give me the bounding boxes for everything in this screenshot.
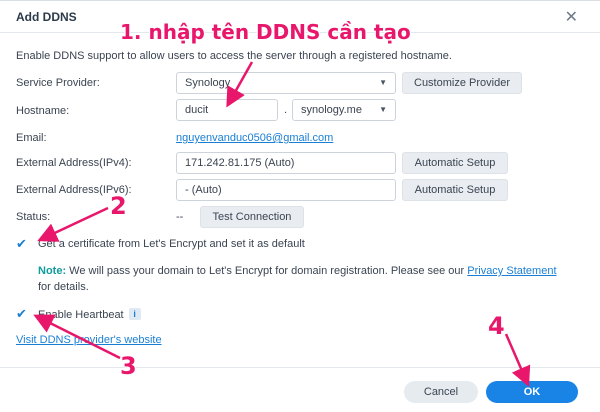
annotation-4: 4 (488, 312, 505, 340)
annotation-1: 1. nhập tên DDNS cần tạo (120, 20, 411, 44)
chevron-down-icon: ▼ (379, 78, 387, 87)
service-provider-label: Service Provider: (16, 77, 100, 89)
close-icon[interactable]: ✕ (565, 7, 578, 27)
annotation-3: 3 (120, 352, 137, 380)
ipv4-label: External Address(IPv4): (16, 157, 132, 169)
certificate-label[interactable]: Get a certificate from Let's Encrypt and… (38, 238, 305, 250)
ddns-provider-website-link[interactable]: Visit DDNS provider's website (16, 334, 162, 346)
test-connection-button[interactable]: Test Connection (200, 206, 304, 228)
add-ddns-dialog: Add DDNS ✕ Enable DDNS support to allow … (0, 0, 600, 412)
info-icon[interactable]: i (128, 308, 141, 320)
ipv6-automatic-setup-button[interactable]: Automatic Setup (402, 179, 508, 201)
heartbeat-checkbox[interactable]: ✔ (16, 307, 30, 321)
service-provider-select[interactable]: Synology ▼ (176, 72, 396, 94)
certificate-checkbox[interactable]: ✔ (16, 237, 30, 251)
ipv4-automatic-setup-button[interactable]: Automatic Setup (402, 152, 508, 174)
chevron-down-icon: ▼ (379, 105, 387, 114)
ok-button[interactable]: OK (486, 381, 578, 403)
certificate-note: Note: We will pass your domain to Let's … (38, 263, 558, 295)
cancel-button[interactable]: Cancel (404, 381, 478, 403)
note-suffix: for details. (38, 281, 89, 293)
heartbeat-label[interactable]: Enable Heartbeat (38, 309, 124, 321)
status-label: Status: (16, 211, 51, 223)
checkmark-icon: ✔ (16, 306, 27, 321)
dialog-title: Add DDNS (16, 10, 77, 24)
domain-select[interactable]: synology.me ▼ (292, 99, 396, 121)
hostname-dot: . (284, 104, 288, 116)
ipv6-input[interactable]: - (Auto) (176, 179, 396, 201)
email-link[interactable]: nguyenvanduc0506@gmail.com (176, 132, 333, 144)
privacy-statement-link[interactable]: Privacy Statement (467, 265, 556, 277)
email-label: Email: (16, 132, 47, 144)
hostname-label: Hostname: (16, 105, 70, 117)
note-text: We will pass your domain to Let's Encryp… (66, 265, 468, 277)
note-prefix: Note: (38, 265, 67, 277)
dialog-description: Enable DDNS support to allow users to ac… (16, 50, 452, 62)
status-value: -- (176, 211, 184, 223)
hostname-input[interactable]: ducit (176, 99, 278, 121)
domain-value: synology.me (301, 104, 362, 116)
footer-divider (0, 367, 600, 368)
service-provider-value: Synology (185, 77, 231, 89)
checkmark-icon: ✔ (16, 236, 27, 251)
customize-provider-button[interactable]: Customize Provider (402, 72, 522, 94)
heartbeat-label-wrap: Enable Heartbeat i (38, 308, 141, 321)
annotation-2: 2 (110, 192, 127, 220)
ipv4-input[interactable]: 171.242.81.175 (Auto) (176, 152, 396, 174)
